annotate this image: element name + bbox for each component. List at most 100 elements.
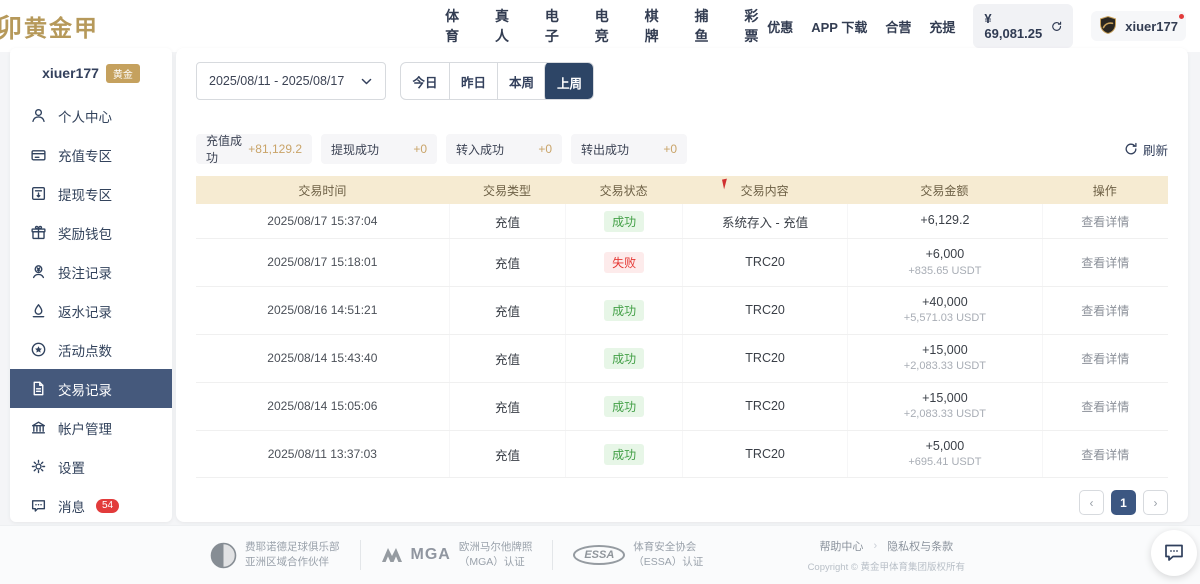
date-range-picker[interactable]: 2025/08/11 - 2025/08/17 [196,62,386,100]
nav-item-sports[interactable]: 体育 [445,6,468,46]
help-center-link[interactable]: 帮助中心 [819,538,863,554]
view-details-link[interactable]: 查看详情 [1081,446,1129,463]
txn-type: 充值 [449,431,566,478]
customer-service-button[interactable] [1151,530,1197,576]
nav-item-cards[interactable]: 棋牌 [645,6,668,46]
sidebar-item-account-management[interactable]: 帐户管理 [10,408,172,447]
tab-today[interactable]: 今日 [401,63,449,99]
link-affiliate[interactable]: 合营 [885,17,911,36]
user-menu[interactable]: xiuer177 [1091,11,1186,41]
logo[interactable]: 卯 黄金甲 [0,8,135,45]
txn-status: 成功 [565,383,682,430]
tab-yesterday[interactable]: 昨日 [449,63,497,99]
txn-action: 查看详情 [1042,287,1168,334]
link-deposit-withdraw[interactable]: 充提 [929,17,955,36]
table-row: 2025/08/14 15:05:06 充值 成功 TRC20 +15,000+… [196,383,1168,431]
txn-time: 2025/08/14 15:43:40 [196,335,449,382]
view-details-link[interactable]: 查看详情 [1081,398,1129,415]
txn-time: 2025/08/16 14:51:21 [196,287,449,334]
table-header-row: 交易时间 交易类型 交易状态 交易内容 交易金额 操作 [196,176,1168,204]
txn-amount: +15,000+2,083.33 USDT [847,383,1041,430]
nav-item-fishing[interactable]: 捕鱼 [695,6,718,46]
sidebar-item-bet-records[interactable]: 投注记录 [10,252,172,291]
mouse-cursor [722,179,729,190]
bank-icon [30,419,47,436]
refresh-button[interactable]: 刷新 [1124,140,1168,159]
footer-partners: 费耶诺德足球俱乐部 亚洲区域合作伙伴 MGA 欧洲马尔他牌照 （MGA）认证 E… [210,540,703,570]
sidebar-item-reward-wallet[interactable]: 奖励钱包 [10,213,172,252]
footer-links: 帮助中心 › 隐私权与条款 [808,538,965,554]
main-nav: 体育 真人 电子 电竞 棋牌 捕鱼 彩票 [445,6,767,46]
sidebar-item-label: 奖励钱包 [58,223,112,243]
sidebar-item-personal-center[interactable]: 个人中心 [10,96,172,135]
header-right: 优惠 APP 下载 合营 充提 ¥ 69,081.25 xiuer177 [767,4,1186,48]
nav-item-lottery[interactable]: 彩票 [744,6,767,46]
gear-icon [30,458,47,475]
sidebar-item-settings[interactable]: 设置 [10,447,172,486]
tab-this-week[interactable]: 本周 [497,63,545,99]
table-row: 2025/08/16 14:51:21 充值 成功 TRC20 +40,000+… [196,287,1168,335]
txn-content: TRC20 [682,335,847,382]
txn-content: TRC20 [682,239,847,286]
txn-status: 成功 [565,204,682,238]
next-page-button[interactable]: › [1143,490,1168,515]
partner-feyenoord: 费耶诺德足球俱乐部 亚洲区域合作伙伴 [210,540,340,570]
view-details-link[interactable]: 查看详情 [1081,302,1129,319]
top-header: 卯 黄金甲 体育 真人 电子 电竞 棋牌 捕鱼 彩票 优惠 APP 下载 合营 … [0,0,1200,52]
txn-type: 充值 [449,287,566,334]
sidebar-item-transaction-records[interactable]: 交易记录 [10,369,172,408]
table-row: 2025/08/17 15:37:04 充值 成功 系统存入 - 充值 +6,1… [196,204,1168,239]
sidebar-item-messages[interactable]: 消息 54 [10,486,172,522]
star-circle-icon [30,341,47,358]
tab-last-week[interactable]: 上周 [544,62,594,100]
status-badge: 成功 [604,396,644,417]
sidebar-item-activity-points[interactable]: 活动点数 [10,330,172,369]
status-badge: 成功 [604,211,644,232]
table-row: 2025/08/17 15:18:01 充值 失败 TRC20 +6,000+8… [196,239,1168,287]
txn-amount: +6,000+835.65 USDT [847,239,1041,286]
link-app-download[interactable]: APP 下载 [811,17,867,36]
summary-row: 充值成功 +81,129.2 提现成功 +0 转入成功 +0 转出成功 +0 刷… [196,134,1168,164]
sidebar-item-rebate-records[interactable]: 返水记录 [10,291,172,330]
txn-status: 成功 [565,431,682,478]
txn-status: 成功 [565,287,682,334]
status-badge: 成功 [604,300,644,321]
sidebar-item-label: 帐户管理 [58,418,112,438]
sidebar-item-deposit[interactable]: 充值专区 [10,135,172,174]
sidebar-item-label: 个人中心 [58,106,112,126]
txn-action: 查看详情 [1042,383,1168,430]
txn-time: 2025/08/17 15:18:01 [196,239,449,286]
atm-icon [30,185,47,202]
balance-pill[interactable]: ¥ 69,081.25 [973,4,1073,48]
vip-level-badge: 黄金 [106,64,140,83]
document-icon [30,380,47,397]
col-header-status: 交易状态 [565,176,682,204]
status-badge: 失败 [604,252,644,273]
col-header-content: 交易内容 [682,176,847,204]
view-details-link[interactable]: 查看详情 [1081,254,1129,271]
page-1-button[interactable]: 1 [1111,490,1136,515]
status-badge: 成功 [604,348,644,369]
user-icon [30,107,47,124]
prev-page-button[interactable]: ‹ [1079,490,1104,515]
table-row: 2025/08/14 15:43:40 充值 成功 TRC20 +15,000+… [196,335,1168,383]
nav-item-esports[interactable]: 电竞 [595,6,618,46]
link-promotions[interactable]: 优惠 [767,17,793,36]
footer-right: 帮助中心 › 隐私权与条款 Copyright © 黄金甲体育集团版权所有 [808,538,965,573]
view-details-link[interactable]: 查看详情 [1081,350,1129,367]
sidebar-item-withdraw[interactable]: 提现专区 [10,174,172,213]
message-count-badge: 54 [96,499,119,513]
refresh-label: 刷新 [1143,140,1168,159]
footer-divider [552,540,553,570]
gift-icon [30,224,47,241]
privacy-terms-link[interactable]: 隐私权与条款 [887,538,953,554]
txn-content: TRC20 [682,383,847,430]
footer: 费耶诺德足球俱乐部 亚洲区域合作伙伴 MGA 欧洲马尔他牌照 （MGA）认证 E… [0,525,1200,584]
nav-item-live[interactable]: 真人 [495,6,518,46]
txn-time: 2025/08/14 15:05:06 [196,383,449,430]
txn-type: 充值 [449,239,566,286]
view-details-link[interactable]: 查看详情 [1081,213,1129,230]
nav-item-slots[interactable]: 电子 [545,6,568,46]
refresh-balance-icon[interactable] [1051,20,1062,33]
essa-logo-icon: ESSA [573,545,625,565]
